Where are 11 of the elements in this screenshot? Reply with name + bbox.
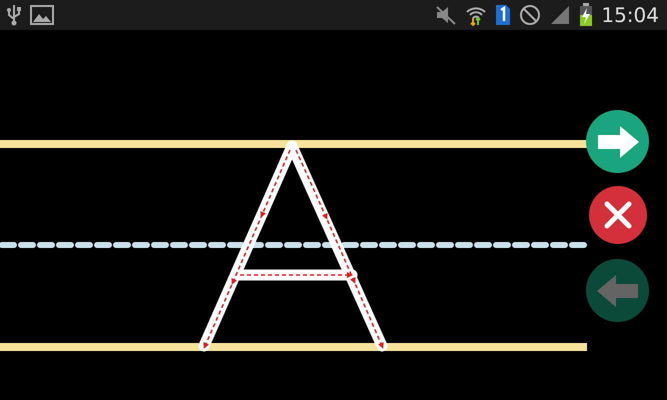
signal-icon <box>549 5 572 25</box>
arrow-left-icon <box>596 274 640 308</box>
sim-card-icon <box>495 4 512 26</box>
arrow-right-icon <box>596 124 640 158</box>
blocked-icon <box>519 4 542 26</box>
clock-time: 15:04 <box>601 2 659 29</box>
mute-icon <box>435 5 458 25</box>
image-icon <box>30 5 54 25</box>
close-icon <box>604 201 632 229</box>
usb-icon <box>6 4 22 26</box>
battery-charging-icon <box>579 3 594 27</box>
